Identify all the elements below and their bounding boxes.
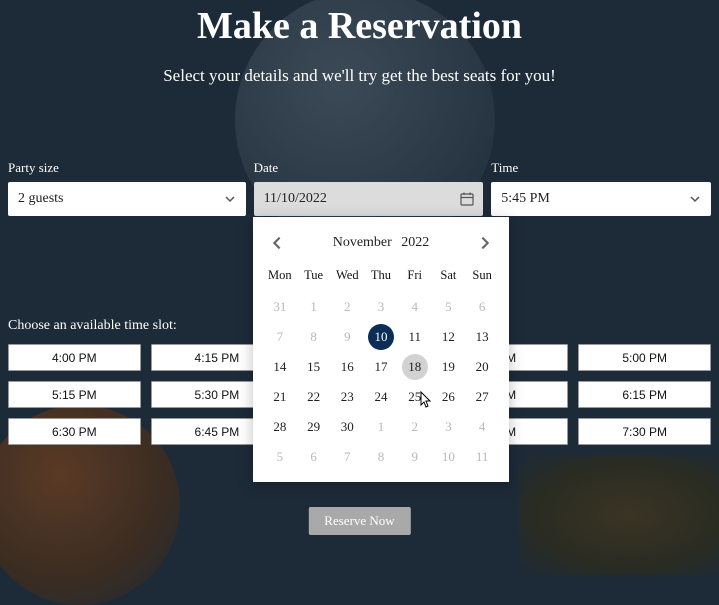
calendar-day[interactable]: 17 (364, 352, 398, 382)
calendar-day[interactable]: 19 (432, 352, 466, 382)
calendar-day: 10 (432, 442, 466, 472)
party-size-select[interactable]: 2 guests (8, 182, 246, 216)
calendar-day: 31 (263, 292, 297, 322)
calendar-day: 4 (398, 292, 432, 322)
calendar-year: 2022 (401, 235, 429, 250)
party-size-label: Party size (8, 160, 246, 176)
calendar-day[interactable]: 26 (432, 382, 466, 412)
calendar-title: November 2022 (285, 235, 477, 251)
chevron-right-icon (477, 235, 493, 251)
calendar-day-of-week: Thu (364, 261, 398, 292)
calendar-icon (459, 191, 475, 207)
party-size-value: 2 guests (18, 191, 64, 207)
calendar-day[interactable]: 12 (432, 322, 466, 352)
calendar-day: 4 (465, 412, 499, 442)
calendar-day: 2 (330, 292, 364, 322)
page-title: Make a Reservation (8, 0, 711, 48)
calendar-day[interactable]: 13 (465, 322, 499, 352)
calendar-day[interactable]: 20 (465, 352, 499, 382)
chevron-down-icon (689, 193, 701, 205)
calendar-prev-button[interactable] (269, 235, 285, 251)
time-label: Time (491, 160, 711, 176)
chevron-down-icon (224, 193, 236, 205)
calendar-day[interactable]: 24 (364, 382, 398, 412)
calendar-day: 2 (398, 412, 432, 442)
calendar-day: 5 (432, 292, 466, 322)
reservation-fields: Party size 2 guests Date 11/10/2022 Time (8, 160, 711, 216)
calendar-day-of-week: Sun (465, 261, 499, 292)
calendar-day: 11 (465, 442, 499, 472)
calendar-day-of-week: Sat (432, 261, 466, 292)
time-select[interactable]: 5:45 PM (491, 182, 711, 216)
calendar-day[interactable]: 16 (330, 352, 364, 382)
calendar-day[interactable]: 15 (297, 352, 331, 382)
date-input[interactable]: 11/10/2022 (254, 182, 484, 216)
calendar-day[interactable]: 10 (364, 322, 398, 352)
time-slot[interactable]: 5:00 PM (578, 344, 711, 371)
calendar-day: 1 (364, 412, 398, 442)
calendar-day: 8 (297, 322, 331, 352)
calendar-day-of-week: Mon (263, 261, 297, 292)
calendar-day[interactable]: 23 (330, 382, 364, 412)
calendar-day: 9 (398, 442, 432, 472)
calendar-day: 8 (364, 442, 398, 472)
time-slot[interactable]: 5:15 PM (8, 381, 141, 408)
time-slot[interactable]: 6:30 PM (8, 418, 141, 445)
time-slot[interactable]: 6:15 PM (578, 381, 711, 408)
calendar-day: 6 (297, 442, 331, 472)
calendar-day-of-week: Wed (330, 261, 364, 292)
calendar-grid: MonTueWedThuFriSatSun3112345678910111213… (263, 261, 499, 472)
calendar-day[interactable]: 18 (398, 352, 432, 382)
calendar-day: 7 (263, 322, 297, 352)
calendar-day[interactable]: 14 (263, 352, 297, 382)
calendar-day: 1 (297, 292, 331, 322)
calendar-day-of-week: Tue (297, 261, 331, 292)
calendar-month: November (333, 235, 392, 250)
time-slot[interactable]: 7:30 PM (578, 418, 711, 445)
calendar-day: 9 (330, 322, 364, 352)
calendar-day[interactable]: 29 (297, 412, 331, 442)
calendar-popup: November 2022 MonTueWedThuFriSatSun31123… (253, 217, 509, 482)
calendar-day: 6 (465, 292, 499, 322)
time-value: 5:45 PM (501, 191, 550, 207)
calendar-day[interactable]: 30 (330, 412, 364, 442)
calendar-day: 3 (432, 412, 466, 442)
page-subtitle: Select your details and we'll try get th… (8, 66, 711, 86)
calendar-day[interactable]: 11 (398, 322, 432, 352)
date-label: Date (254, 160, 484, 176)
calendar-day: 7 (330, 442, 364, 472)
date-value: 11/10/2022 (264, 191, 327, 207)
calendar-day[interactable]: 27 (465, 382, 499, 412)
time-slot[interactable]: 4:00 PM (8, 344, 141, 371)
calendar-day[interactable]: 28 (263, 412, 297, 442)
calendar-day[interactable]: 25 (398, 382, 432, 412)
chevron-left-icon (269, 235, 285, 251)
calendar-day: 5 (263, 442, 297, 472)
calendar-day[interactable]: 22 (297, 382, 331, 412)
calendar-day[interactable]: 21 (263, 382, 297, 412)
reserve-button[interactable]: Reserve Now (308, 507, 410, 535)
calendar-day-of-week: Fri (398, 261, 432, 292)
calendar-day: 3 (364, 292, 398, 322)
calendar-next-button[interactable] (477, 235, 493, 251)
